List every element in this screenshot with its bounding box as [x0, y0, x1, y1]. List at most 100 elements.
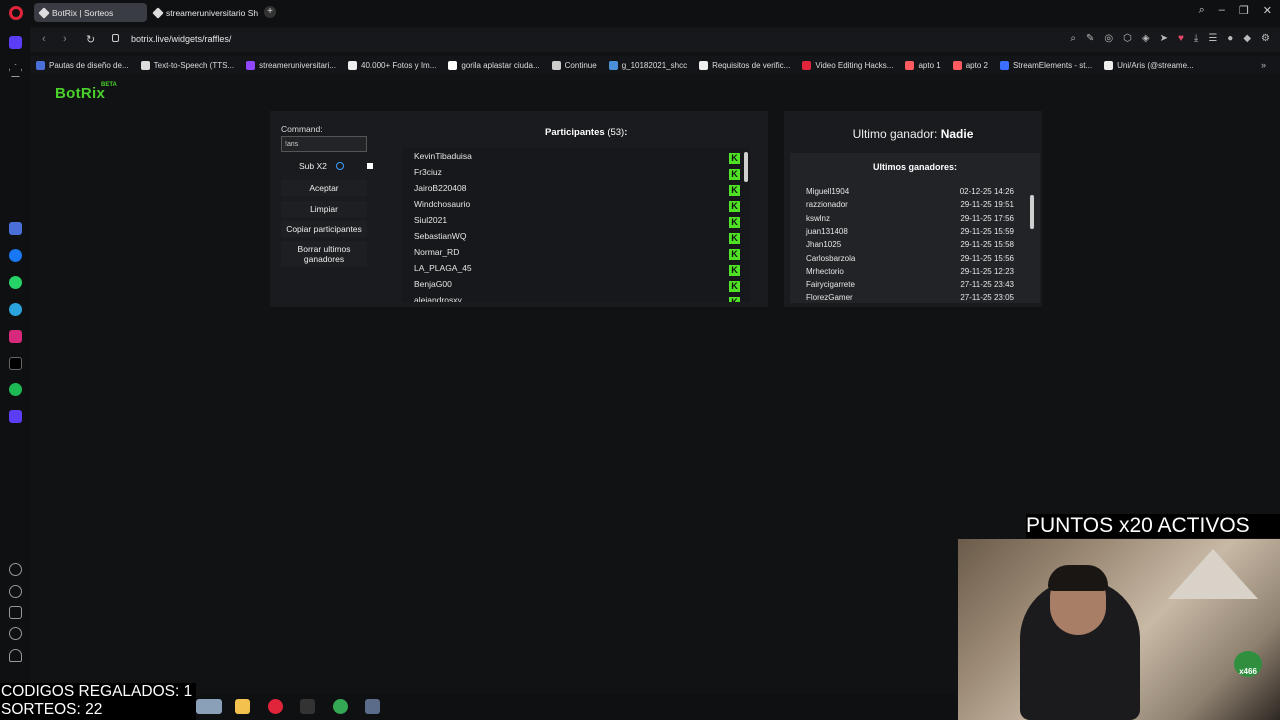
instagram-icon[interactable] [9, 330, 22, 343]
messenger-icon[interactable] [9, 249, 22, 262]
winner-name: Fairycigarrete [806, 280, 855, 290]
participant-row[interactable]: KevinTibaduisa K [414, 151, 744, 167]
kick-icon: K [729, 201, 740, 212]
bookmark-item[interactable]: Pautas de diseño de... [30, 60, 135, 70]
winners-scrollbar[interactable] [1030, 195, 1034, 229]
command-input[interactable] [281, 136, 367, 152]
close-icon[interactable]: ✕ [1263, 4, 1272, 17]
favorites-icon[interactable] [9, 563, 22, 576]
participant-row[interactable]: alejandrosxy K [414, 295, 744, 302]
forward-icon[interactable]: › [63, 33, 67, 45]
command-label: Command: [281, 124, 323, 134]
winners-panel: Ultimo ganador: Nadie Ultimos ganadores:… [784, 111, 1042, 307]
bookmark-item[interactable]: Continue [546, 60, 603, 70]
aria-icon[interactable] [9, 222, 22, 235]
participant-row[interactable]: BenjaG00 K [414, 279, 744, 295]
bookmark-item[interactable]: 40.000+ Fotos y Im... [342, 60, 442, 70]
bookmark-item[interactable]: Uni/Aris (@streame... [1098, 60, 1200, 70]
bookmark-label: Pautas de diseño de... [49, 60, 129, 70]
stream-stats: CODIGOS REGALADOS: 1 SORTEOS: 22 [0, 683, 196, 720]
restore-icon[interactable]: ❐ [1239, 4, 1249, 17]
sub-x2-checkbox[interactable] [367, 163, 373, 169]
bookmark-item[interactable]: gorila aplastar ciuda... [442, 60, 545, 70]
shield-icon[interactable]: ⬡ [1123, 33, 1132, 44]
participants-list[interactable]: KevinTibaduisa K Fr3ciuz K JairoB220408 K Wind… [402, 148, 750, 302]
bookmark-item[interactable]: g_10182021_shcc [603, 60, 693, 70]
bookmark-item[interactable]: Requisitos de verific... [693, 60, 796, 70]
participants-scrollbar[interactable] [744, 152, 748, 182]
sub-x2-row[interactable]: Sub X2 [281, 159, 374, 173]
camera-icon[interactable]: ◎ [1104, 33, 1113, 44]
bookmark-item[interactable]: Text-to-Speech (TTS... [135, 60, 240, 70]
participant-row[interactable]: SebastianWQ K [414, 231, 744, 247]
bookmark-label: g_10182021_shcc [621, 60, 688, 70]
tab-streameruniversitario[interactable]: streameruniversitario Sho [148, 3, 258, 22]
profile-icon[interactable]: ● [1227, 33, 1233, 44]
clear-winners-button[interactable]: Borrar ultimos ganadores [281, 241, 367, 267]
bookmark-label: Continue [564, 60, 597, 70]
whatsapp-icon[interactable] [9, 276, 22, 289]
menu-icon[interactable]: ☰ [1208, 33, 1217, 44]
bookmark-item[interactable]: StreamElements - st... [994, 60, 1098, 70]
participant-row[interactable]: Normar_RD K [414, 247, 744, 263]
winner-name: FlorezGamer [806, 293, 853, 303]
participant-row[interactable]: LA_PLAGA_45 K [414, 263, 744, 279]
window-taskbar-icon[interactable] [365, 699, 380, 714]
url-field[interactable]: botrix.live/widgets/raffles/ [131, 34, 231, 44]
clear-button[interactable]: Limpiar [281, 201, 367, 217]
opera-sidebar [0, 26, 30, 694]
winner-date: 02-12-25 14:26 [959, 187, 1014, 196]
home-icon[interactable] [9, 36, 22, 49]
vpn-icon[interactable]: ◈ [1142, 33, 1150, 44]
new-tab-button[interactable]: + [264, 6, 276, 18]
participant-row[interactable]: Siul2021 K [414, 215, 744, 231]
participant-row[interactable]: Windchosaurio K [414, 199, 744, 215]
heart-icon[interactable]: ♥ [1178, 33, 1184, 44]
bookmark-item[interactable]: streameruniversitari... [240, 60, 342, 70]
download-icon[interactable]: ⤓ [1194, 33, 1198, 44]
send-icon[interactable]: ➤ [1160, 33, 1168, 44]
accept-button[interactable]: Aceptar [281, 180, 367, 196]
streamer-hair [1048, 565, 1108, 591]
bookmark-item[interactable]: Video Editing Hacks... [796, 60, 899, 70]
history-icon[interactable] [9, 585, 22, 598]
minimize-icon[interactable]: – [1219, 4, 1225, 17]
botrix-logo[interactable]: BotRix [55, 85, 105, 102]
kick-icon: K [729, 249, 740, 260]
player-icon[interactable] [9, 410, 22, 423]
search-icon[interactable]: ⌕ [1070, 33, 1076, 44]
bookmark-favicon-icon [1104, 60, 1114, 70]
extension-icon[interactable]: ◆ [1243, 33, 1251, 44]
file-explorer-icon[interactable] [235, 699, 250, 714]
tab-label: streameruniversitario Sho [166, 7, 258, 18]
reload-icon[interactable]: ↻ [86, 33, 95, 46]
copy-participants-button[interactable]: Copiar participantes [281, 221, 367, 237]
app-taskbar-icon[interactable] [300, 699, 315, 714]
settings-icon[interactable]: ⚙ [1261, 33, 1270, 44]
pinboard-icon[interactable] [9, 64, 22, 77]
opera-taskbar-icon[interactable] [268, 699, 283, 714]
telegram-icon[interactable] [9, 303, 22, 316]
spotify-icon[interactable] [9, 383, 22, 396]
winners-list[interactable]: Ultimos ganadores: Miguell1904 02-12-25 1… [790, 153, 1040, 303]
bookmark-item[interactable]: apto 1 [899, 60, 946, 70]
chrome-taskbar-icon[interactable] [333, 699, 348, 714]
bookmark-label: Uni/Aris (@streame... [1117, 60, 1194, 70]
bookmarks-more-icon[interactable]: » [1261, 60, 1280, 70]
wallpaper-thumb-icon[interactable] [196, 699, 222, 714]
sidebar-settings-icon[interactable] [9, 627, 22, 640]
tips-icon[interactable] [9, 649, 22, 662]
bookmark-favicon-icon [140, 60, 150, 70]
x-icon[interactable] [9, 357, 22, 370]
back-icon[interactable]: ‹ [42, 33, 46, 45]
opera-logo-icon[interactable] [9, 6, 23, 20]
extensions-icon[interactable] [9, 606, 22, 619]
info-icon[interactable] [336, 162, 344, 170]
bookmark-item[interactable]: apto 2 [947, 60, 994, 70]
search-tabs-icon[interactable]: ⌕ [1199, 4, 1205, 17]
participant-row[interactable]: Fr3ciuz K [414, 167, 744, 183]
edit-icon[interactable]: ✎ [1086, 33, 1094, 44]
tab-botrix-sorteos[interactable]: BotRix | Sorteos [34, 3, 147, 22]
winner-name: Carlosbarzola [806, 253, 856, 263]
participant-row[interactable]: JairoB220408 K [414, 183, 744, 199]
